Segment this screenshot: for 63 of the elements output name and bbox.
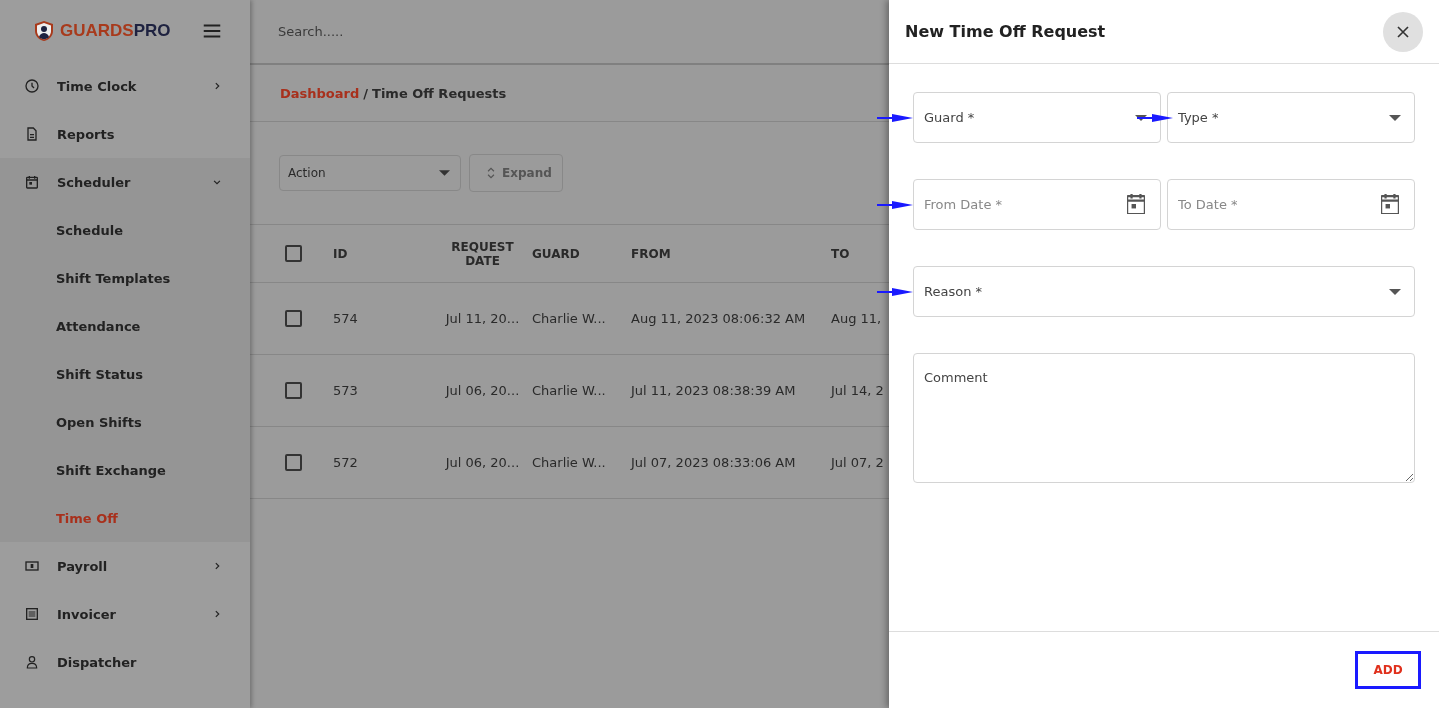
table-cell: Jul 06, 20... <box>445 383 520 398</box>
column-header: TO <box>831 246 850 261</box>
column-header: REQUEST DATE <box>450 239 515 268</box>
dropdown-caret-icon <box>1389 115 1401 121</box>
table-cell: Charlie W... <box>532 311 606 326</box>
date-field[interactable]: From Date * <box>913 179 1161 230</box>
shield-logo-icon <box>32 18 56 44</box>
dropdown-caret-icon <box>1389 289 1401 295</box>
table-cell: 572 <box>333 455 358 470</box>
sidebar-subitem[interactable]: Shift Exchange <box>0 446 250 494</box>
add-button[interactable]: ADD <box>1355 651 1421 689</box>
document-icon <box>24 126 40 142</box>
column-header: FROM <box>631 246 671 261</box>
breadcrumb-current: Time Off Requests <box>372 85 507 101</box>
sidebar-item[interactable]: Payroll <box>0 542 250 590</box>
table-cell: 574 <box>333 311 358 326</box>
sidebar-item[interactable]: Scheduler <box>0 158 250 206</box>
calendar-icon <box>1381 194 1399 214</box>
calendar-icon <box>1127 194 1145 214</box>
column-header: ID <box>333 246 348 261</box>
table-cell: Charlie W... <box>532 455 606 470</box>
dropdown-caret-icon <box>439 170 450 176</box>
table-cell: Jul 07, 2 <box>831 455 884 470</box>
comment-field[interactable]: Comment <box>913 353 1415 483</box>
drawer-title: New Time Off Request <box>905 22 1106 41</box>
search-field[interactable]: Search..... <box>276 23 580 40</box>
table-cell: Charlie W... <box>532 383 606 398</box>
table-cell: Jul 14, 2 <box>831 383 884 398</box>
expand-button[interactable]: Expand <box>469 154 563 192</box>
table-cell: Aug 11, 2023 08:06:32 AM <box>631 311 806 326</box>
row-checkbox[interactable] <box>285 454 302 471</box>
select-all-checkbox[interactable] <box>285 245 302 262</box>
table-cell: 573 <box>333 383 358 398</box>
sidebar-item[interactable]: Time Clock <box>0 62 250 110</box>
table-cell: Aug 11, <box>831 311 882 326</box>
close-button[interactable] <box>1383 11 1423 52</box>
column-header: GUARD <box>532 246 580 261</box>
sidebar-subitem[interactable]: Shift Status <box>0 350 250 398</box>
date-field[interactable]: To Date * <box>1167 179 1415 230</box>
sidebar-subitem[interactable]: Attendance <box>0 302 250 350</box>
sidebar-subitem[interactable]: Schedule <box>0 206 250 254</box>
row-checkbox[interactable] <box>285 310 302 327</box>
calendar-icon <box>24 174 40 190</box>
table-cell: Jul 07, 2023 08:33:06 AM <box>631 455 796 470</box>
sidebar-subitem[interactable]: Shift Templates <box>0 254 250 302</box>
person-icon <box>24 654 40 670</box>
sidebar-subitem[interactable]: Open Shifts <box>0 398 250 446</box>
sidebar-item[interactable]: Reports <box>0 110 250 158</box>
clock-icon <box>24 78 40 94</box>
select-field[interactable]: Type * <box>1167 92 1415 143</box>
select-field[interactable]: Reason * <box>913 266 1415 317</box>
action-dropdown[interactable]: Action <box>279 155 461 191</box>
breadcrumb-separator: / <box>363 85 369 101</box>
table-cell: Jul 11, 2023 08:38:39 AM <box>631 383 796 398</box>
sidebar-item[interactable]: Invoicer <box>0 590 250 638</box>
table-cell: Jul 06, 20... <box>445 455 520 470</box>
brand-name: GUARDSPRO <box>60 21 171 41</box>
table-cell: Jul 11, 20... <box>445 311 520 326</box>
select-field[interactable]: Guard * <box>913 92 1161 143</box>
row-checkbox[interactable] <box>285 382 302 399</box>
list-icon <box>24 606 40 622</box>
sidebar-item[interactable]: Dispatcher <box>0 638 250 686</box>
banknote-icon <box>24 558 40 574</box>
